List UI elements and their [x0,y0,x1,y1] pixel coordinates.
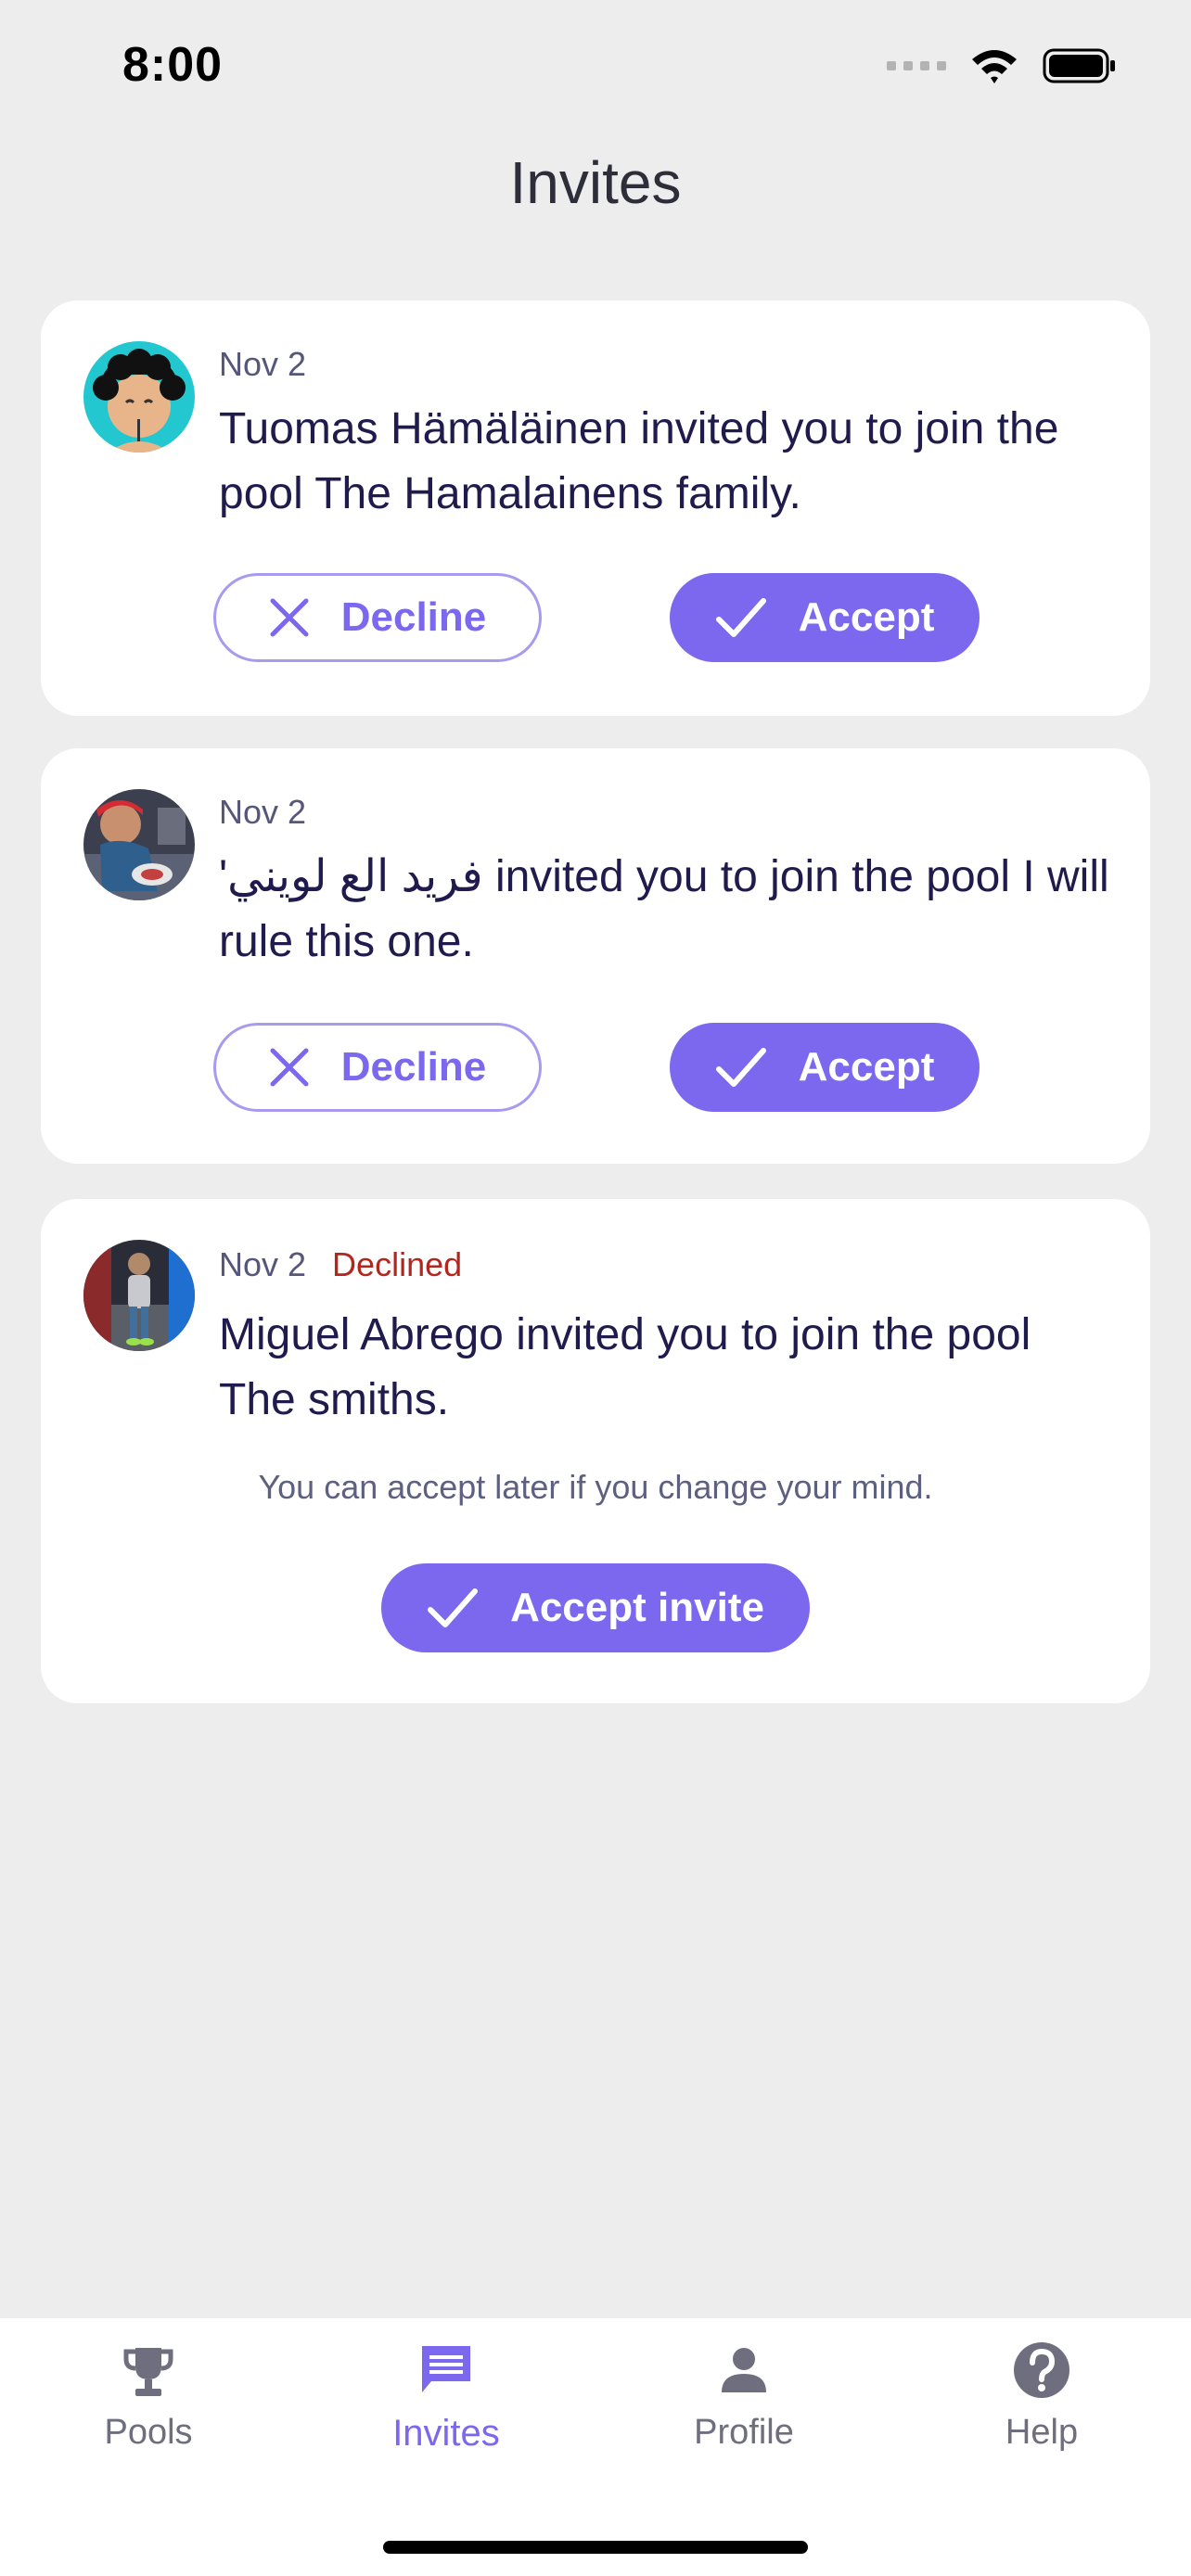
nav-label-invites: Invites [392,2413,500,2454]
check-icon [715,598,766,637]
invite-date: Nov 2 [219,345,307,383]
invite-date-row: Nov 2 [219,793,306,832]
nav-item-pools[interactable]: Pools [28,2340,269,2453]
close-icon [270,598,309,637]
home-indicator [383,2541,808,2554]
invite-message: Tuomas Hämäläinen invited you to join th… [219,404,1059,518]
trophy-icon [123,2348,173,2396]
accept-label: Accept [798,594,935,640]
status-time: 8:00 [122,38,224,92]
page-title: Invites [509,149,682,216]
invite-date: Nov 2 [219,793,307,831]
cellular-signal-icon [887,61,946,70]
accept-label: Accept [798,1044,935,1090]
invite-message: Miguel Abrego invited you to join the po… [219,1310,1031,1424]
close-icon [270,1048,309,1087]
status-icons [887,46,1117,85]
invite-card: Nov 2 'فريد الع لويني invited you to joi… [41,748,1150,1164]
invite-card: Nov 2 Tuomas Hämäläinen invited you to j… [41,300,1150,716]
decline-button[interactable]: Decline [213,573,542,662]
invite-date: Nov 2 [219,1245,307,1283]
bottom-navigation: Pools Invites Profile Help [0,2318,1191,2576]
decline-button[interactable]: Decline [213,1023,542,1112]
decline-label: Decline [340,1044,487,1090]
avatar [83,789,195,900]
help-icon [1014,2342,1069,2398]
status-badge: Declined [332,1245,463,1283]
status-bar: 8:00 [0,0,1191,139]
check-icon [428,1588,479,1627]
accept-invite-label: Accept invite [510,1585,764,1630]
invite-card: Nov 2 Declined Miguel Abrego invited you… [41,1199,1150,1703]
chat-icon [422,2346,470,2392]
invite-message: 'فريد الع لويني invited you to join the … [219,852,1109,966]
accept-button[interactable]: Accept [670,1023,980,1112]
nav-item-profile[interactable]: Profile [623,2340,864,2453]
avatar [83,1240,195,1351]
accept-invite-button[interactable]: Accept invite [381,1563,810,1652]
check-icon [715,1048,766,1087]
battery-icon [1043,48,1115,83]
person-icon [722,2348,766,2392]
nav-item-invites[interactable]: Invites [326,2340,567,2455]
nav-label-help: Help [1005,2413,1079,2452]
nav-label-pools: Pools [104,2413,193,2452]
invite-date-row: Nov 2 Declined [219,1245,462,1284]
nav-item-help[interactable]: Help [921,2340,1162,2453]
decline-label: Decline [340,594,487,640]
wifi-icon [972,50,1017,83]
accept-button[interactable]: Accept [670,573,980,662]
avatar [83,341,195,453]
invite-note: You can accept later if you change your … [258,1468,933,1506]
invite-date-row: Nov 2 [219,345,306,384]
nav-label-profile: Profile [694,2413,794,2452]
